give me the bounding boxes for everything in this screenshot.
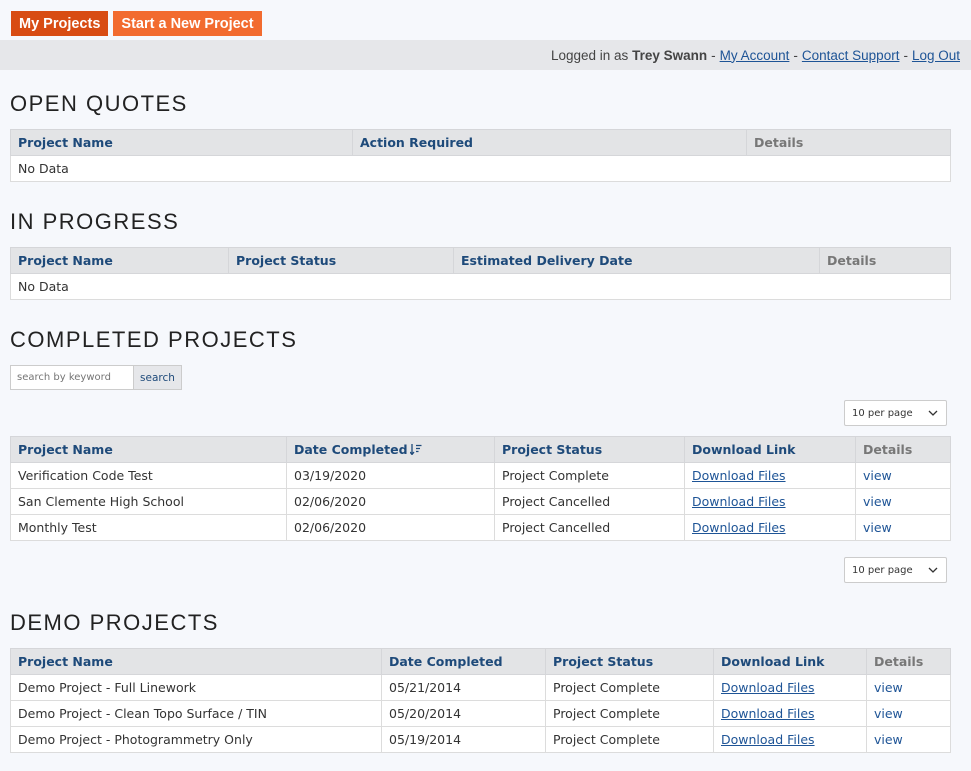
chevron-down-icon bbox=[928, 567, 938, 573]
sort-desc-icon bbox=[409, 444, 422, 455]
log-out-link[interactable]: Log Out bbox=[912, 48, 960, 63]
col-project-name[interactable]: Project Name bbox=[10, 247, 229, 274]
search-button[interactable]: search bbox=[133, 365, 182, 390]
demo-projects-table: Project Name Date Completed Project Stat… bbox=[10, 648, 951, 753]
per-page-select-top[interactable]: 10 per page bbox=[844, 400, 947, 426]
project-name: Demo Project - Clean Topo Surface / TIN bbox=[10, 700, 382, 727]
in-progress-title: IN PROGRESS bbox=[10, 209, 180, 234]
table-row: Monthly Test 02/06/2020 Project Cancelle… bbox=[10, 514, 951, 541]
download-files-link[interactable]: Download Files bbox=[692, 520, 786, 535]
download-files-link[interactable]: Download Files bbox=[721, 732, 815, 747]
view-details-link[interactable]: view bbox=[874, 680, 903, 695]
project-status: Project Complete bbox=[545, 700, 714, 727]
table-row: Demo Project - Full Linework 05/21/2014 … bbox=[10, 674, 951, 701]
project-status: Project Complete bbox=[545, 726, 714, 753]
completed-projects-title: COMPLETED PROJECTS bbox=[10, 327, 298, 352]
in-progress-table: Project Name Project Status Estimated De… bbox=[10, 247, 951, 300]
date-completed: 02/06/2020 bbox=[286, 488, 495, 515]
logged-in-label: Logged in as bbox=[550, 47, 629, 63]
user-name: Trey Swann bbox=[632, 47, 708, 63]
col-estimated-delivery[interactable]: Estimated Delivery Date bbox=[453, 247, 820, 274]
my-projects-button[interactable]: My Projects bbox=[11, 11, 109, 36]
open-quotes-title: OPEN QUOTES bbox=[10, 91, 188, 116]
view-details-link[interactable]: view bbox=[863, 520, 892, 535]
table-row: No Data bbox=[10, 273, 951, 300]
per-page-value: 10 per page bbox=[852, 564, 913, 576]
col-details: Details bbox=[746, 129, 951, 156]
project-name: Verification Code Test bbox=[10, 462, 287, 489]
table-row: Demo Project - Photogrammetry Only 05/19… bbox=[10, 726, 951, 753]
col-project-status[interactable]: Project Status bbox=[228, 247, 454, 274]
project-status: Project Complete bbox=[545, 674, 714, 701]
col-details: Details bbox=[855, 436, 951, 463]
project-name: Demo Project - Full Linework bbox=[10, 674, 382, 701]
download-files-link[interactable]: Download Files bbox=[692, 494, 786, 509]
col-details: Details bbox=[866, 648, 951, 675]
my-account-link[interactable]: My Account bbox=[720, 48, 790, 63]
view-details-link[interactable]: view bbox=[863, 494, 892, 509]
contact-support-link[interactable]: Contact Support bbox=[802, 48, 900, 63]
project-status: Project Cancelled bbox=[494, 514, 685, 541]
search-box: search bbox=[10, 365, 182, 390]
date-completed: 05/20/2014 bbox=[381, 700, 546, 727]
download-files-link[interactable]: Download Files bbox=[721, 706, 815, 721]
table-row: San Clemente High School 02/06/2020 Proj… bbox=[10, 488, 951, 515]
col-project-name[interactable]: Project Name bbox=[10, 129, 353, 156]
col-details: Details bbox=[819, 247, 951, 274]
table-row: Demo Project - Clean Topo Surface / TIN … bbox=[10, 700, 951, 727]
project-name: Demo Project - Photogrammetry Only bbox=[10, 726, 382, 753]
open-quotes-table: Project Name Action Required Details No … bbox=[10, 129, 951, 182]
col-download-link[interactable]: Download Link bbox=[713, 648, 867, 675]
project-status: Project Cancelled bbox=[494, 488, 685, 515]
no-data: No Data bbox=[10, 273, 951, 300]
col-date-completed[interactable]: Date Completed bbox=[381, 648, 546, 675]
new-project-button[interactable]: Start a New Project bbox=[113, 11, 262, 36]
col-project-name[interactable]: Project Name bbox=[10, 436, 287, 463]
date-completed: 03/19/2020 bbox=[286, 462, 495, 489]
col-project-name[interactable]: Project Name bbox=[10, 648, 382, 675]
view-details-link[interactable]: view bbox=[863, 468, 892, 483]
download-files-link[interactable]: Download Files bbox=[721, 680, 815, 695]
table-row: No Data bbox=[10, 155, 951, 182]
col-project-status[interactable]: Project Status bbox=[545, 648, 714, 675]
chevron-down-icon bbox=[928, 410, 938, 416]
view-details-link[interactable]: view bbox=[874, 706, 903, 721]
view-details-link[interactable]: view bbox=[874, 732, 903, 747]
project-status: Project Complete bbox=[494, 462, 685, 489]
download-files-link[interactable]: Download Files bbox=[692, 468, 786, 483]
date-completed: 02/06/2020 bbox=[286, 514, 495, 541]
demo-projects-title: DEMO PROJECTS bbox=[10, 610, 219, 635]
search-input[interactable] bbox=[10, 365, 133, 390]
date-completed: 05/19/2014 bbox=[381, 726, 546, 753]
date-completed: 05/21/2014 bbox=[381, 674, 546, 701]
project-name: Monthly Test bbox=[10, 514, 287, 541]
completed-projects-table: Project Name Date Completed Project Stat… bbox=[10, 436, 951, 541]
project-name: San Clemente High School bbox=[10, 488, 287, 515]
user-bar: Logged in as Trey Swann - My Account - Con… bbox=[0, 40, 971, 70]
table-row: Verification Code Test 03/19/2020 Projec… bbox=[10, 462, 951, 489]
top-buttons: My Projects Start a New Project bbox=[11, 11, 262, 36]
no-data: No Data bbox=[10, 155, 951, 182]
per-page-select-bottom[interactable]: 10 per page bbox=[844, 557, 947, 583]
col-date-completed[interactable]: Date Completed bbox=[286, 436, 495, 463]
col-project-status[interactable]: Project Status bbox=[494, 436, 685, 463]
per-page-value: 10 per page bbox=[852, 407, 913, 419]
col-action-required[interactable]: Action Required bbox=[352, 129, 747, 156]
col-download-link[interactable]: Download Link bbox=[684, 436, 856, 463]
